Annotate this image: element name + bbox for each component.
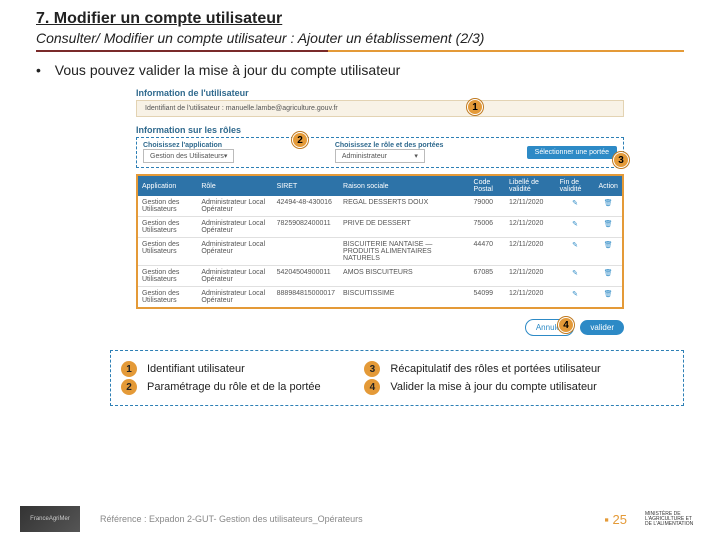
app-select-value: Gestion des Utilisateurs — [150, 153, 224, 160]
page-bullet: ▪ — [604, 512, 612, 527]
table-row: Gestion des UtilisateursAdministrateur L… — [137, 217, 623, 238]
table-header: SIRET — [273, 175, 339, 196]
table-cell: 54204504900011 — [273, 266, 339, 287]
page-subtitle: Consulter/ Modifier un compte utilisateu… — [36, 30, 684, 46]
bullet-text: Vous pouvez valider la mise à jour du co… — [55, 62, 401, 78]
legend-text-4: Valider la mise à jour du compte utilisa… — [390, 381, 673, 393]
legend-row: 2 Paramétrage du rôle et de la portée 4 … — [121, 379, 673, 395]
table-cell: Gestion des Utilisateurs — [137, 217, 197, 238]
table-header: Application — [137, 175, 197, 196]
table-cell: 12/11/2020 — [505, 196, 556, 217]
legend-text-2: Paramétrage du rôle et de la portée — [147, 381, 364, 393]
legend-text-1: Identifiant utilisateur — [147, 363, 364, 375]
edit-icon[interactable]: ✎ — [556, 196, 595, 217]
table-row: Gestion des UtilisateursAdministrateur L… — [137, 287, 623, 309]
table-cell: 12/11/2020 — [505, 238, 556, 266]
table-cell: Administrateur Local Opérateur — [197, 217, 272, 238]
page-num: 25 — [613, 512, 627, 527]
divider — [36, 50, 684, 52]
page-number: ▪ 25 — [604, 512, 627, 527]
legend-box: 1 Identifiant utilisateur 3 Récapitulati… — [110, 350, 684, 406]
identifier-value: manuelle.lambe@agriculture.gouv.fr — [226, 105, 338, 112]
legend-num-1: 1 — [121, 361, 137, 377]
table-cell: 12/11/2020 — [505, 287, 556, 309]
table-cell: Gestion des Utilisateurs — [137, 266, 197, 287]
legend-num-3: 3 — [364, 361, 380, 377]
table-cell: 54099 — [470, 287, 505, 309]
page-title: 7. Modifier un compte utilisateur — [36, 10, 684, 28]
table-cell: Administrateur Local Opérateur — [197, 238, 272, 266]
table-cell: Gestion des Utilisateurs — [137, 238, 197, 266]
app-select[interactable]: Gestion des Utilisateurs ▾ — [143, 149, 234, 163]
table-row: Gestion des UtilisateursAdministrateur L… — [137, 196, 623, 217]
role-label: Choisissez le rôle et des portées — [335, 142, 517, 149]
edit-icon[interactable]: ✎ — [556, 287, 595, 309]
legend-num-4: 4 — [364, 379, 380, 395]
marker-2: 2 — [292, 132, 308, 148]
footer-reference: Référence : Expadon 2-GUT- Gestion des u… — [100, 514, 586, 524]
table-cell: 12/11/2020 — [505, 266, 556, 287]
edit-icon[interactable]: ✎ — [556, 217, 595, 238]
delete-icon[interactable]: 🗑 — [595, 287, 624, 309]
chevron-down-icon: ▾ — [224, 152, 228, 160]
marker-1: 1 — [467, 99, 483, 115]
bullet-icon: • — [36, 62, 41, 78]
table-cell: BISCUITISSIME — [339, 287, 469, 309]
table-cell: 42494-48-430016 — [273, 196, 339, 217]
table-cell: 888984815000017 — [273, 287, 339, 309]
role-select-value: Administrateur — [342, 153, 387, 160]
table-cell: Administrateur Local Opérateur — [197, 266, 272, 287]
delete-icon[interactable]: 🗑 — [595, 196, 624, 217]
table-header: Libellé de validité — [505, 175, 556, 196]
table-cell: AMOS BISCUITEURS — [339, 266, 469, 287]
table-row: Gestion des UtilisateursAdministrateur L… — [137, 266, 623, 287]
edit-icon[interactable]: ✎ — [556, 238, 595, 266]
table-cell: REGAL DESSERTS DOUX — [339, 196, 469, 217]
legend-text-3: Récapitulatif des rôles et portées utili… — [390, 363, 673, 375]
table-cell: Gestion des Utilisateurs — [137, 196, 197, 217]
legend-num-2: 2 — [121, 379, 137, 395]
delete-icon[interactable]: 🗑 — [595, 217, 624, 238]
panel-user-info: Identifiant de l'utilisateur : manuelle.… — [136, 100, 624, 117]
legend-row: 1 Identifiant utilisateur 3 Récapitulati… — [121, 361, 673, 377]
table-cell: BISCUITERIE NANTAISE — PRODUITS ALIMENTA… — [339, 238, 469, 266]
identifier-label: Identifiant de l'utilisateur : — [145, 105, 224, 112]
table-cell: 67085 — [470, 266, 505, 287]
roles-table: ApplicationRôleSIRETRaison socialeCode P… — [136, 174, 624, 309]
marker-3: 3 — [613, 152, 629, 168]
table-header: Action — [595, 175, 624, 196]
table-cell: 44470 — [470, 238, 505, 266]
delete-icon[interactable]: 🗑 — [595, 238, 624, 266]
delete-icon[interactable]: 🗑 — [595, 266, 624, 287]
ministry-logo: MINISTÈRE DE L'AGRICULTURE ET DE L'ALIME… — [645, 504, 700, 534]
table-cell: 75006 — [470, 217, 505, 238]
panel1-heading: Information de l'utilisateur — [136, 88, 624, 98]
bullet-line: • Vous pouvez valider la mise à jour du … — [36, 62, 684, 78]
role-select[interactable]: Administrateur ▾ — [335, 149, 425, 163]
table-header: Fin de validité — [556, 175, 595, 196]
table-cell: Gestion des Utilisateurs — [137, 287, 197, 309]
table-cell: 78259082400011 — [273, 217, 339, 238]
table-cell: 12/11/2020 — [505, 217, 556, 238]
validate-button[interactable]: valider — [580, 320, 624, 335]
panel-roles: Choisissez l'application Gestion des Uti… — [136, 137, 624, 168]
table-cell: Administrateur Local Opérateur — [197, 196, 272, 217]
select-scope-button[interactable]: Sélectionner une portée — [527, 146, 617, 159]
panel2-heading: Information sur les rôles — [136, 125, 624, 135]
chevron-down-icon: ▾ — [414, 152, 418, 160]
table-cell: PRIVE DE DESSERT — [339, 217, 469, 238]
table-header: Raison sociale — [339, 175, 469, 196]
table-header: Code Postal — [470, 175, 505, 196]
edit-icon[interactable]: ✎ — [556, 266, 595, 287]
table-cell: Administrateur Local Opérateur — [197, 287, 272, 309]
table-header: Rôle — [197, 175, 272, 196]
brand-logo: FranceAgriMer — [20, 506, 80, 532]
table-row: Gestion des UtilisateursAdministrateur L… — [137, 238, 623, 266]
screenshot-region: Information de l'utilisateur Identifiant… — [136, 88, 624, 336]
table-cell — [273, 238, 339, 266]
marker-4: 4 — [558, 317, 574, 333]
table-cell: 79000 — [470, 196, 505, 217]
footer: FranceAgriMer Référence : Expadon 2-GUT-… — [0, 504, 720, 534]
